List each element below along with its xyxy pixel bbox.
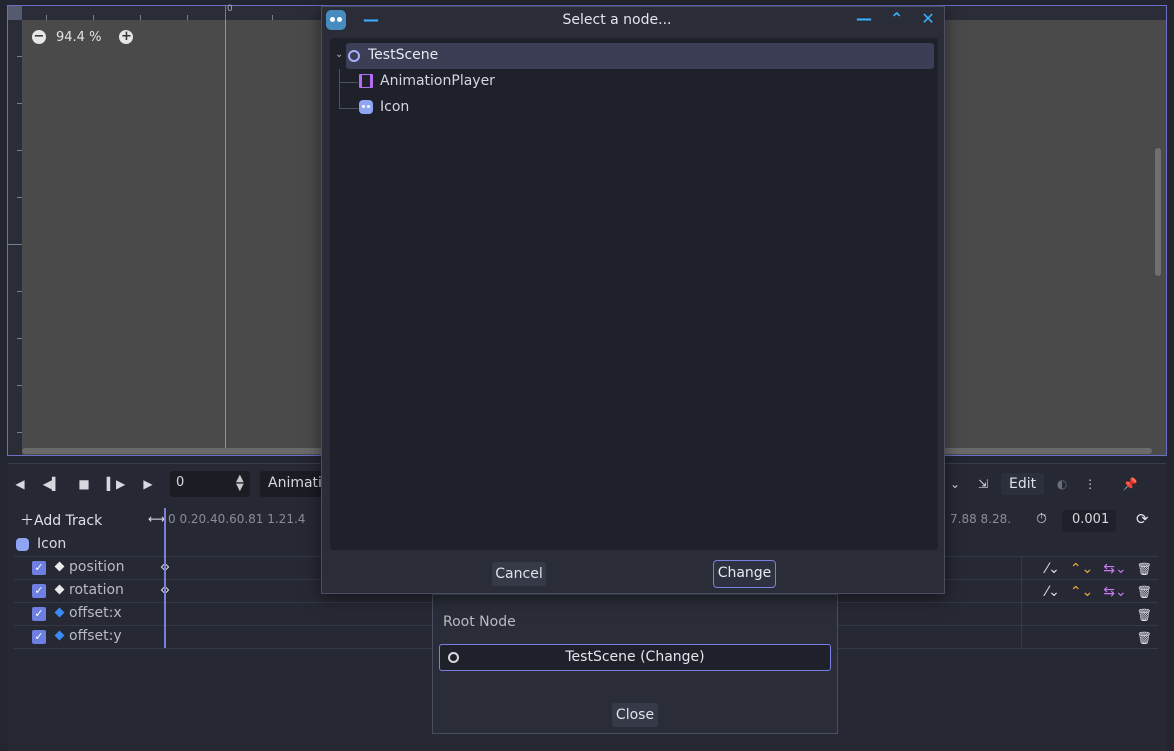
autoplay-icon[interactable]: ⇲ (973, 477, 993, 491)
zoom-out-icon[interactable]: − (32, 30, 46, 44)
track-type-icon (54, 561, 65, 572)
tree-guide-line (339, 69, 340, 109)
tree-item-label[interactable]: AnimationPlayer (380, 73, 495, 89)
chevron-down-icon[interactable]: ⌄ (945, 477, 965, 491)
track-node-label: Icon (37, 536, 67, 552)
loop-wrap-icon[interactable]: ⇆⌄ (1103, 561, 1126, 577)
timeline-playhead[interactable] (164, 508, 166, 648)
track-tools: ⁄⌄ ⌃⌄ ⇆⌄ 🗑 (1021, 580, 1158, 603)
track-type-icon (54, 584, 65, 595)
delete-track-icon[interactable]: 🗑 (1137, 562, 1152, 576)
play-backwards-from-end-icon[interactable]: ◀▍ (42, 477, 62, 491)
scene-tree[interactable] (330, 38, 938, 550)
timeline-ruler-labels[interactable]: 0 0.20.40.60.81 1.21.4 (168, 512, 305, 526)
close-icon[interactable]: ✕ (921, 9, 934, 28)
add-track-button[interactable]: ＋Add Track (20, 510, 102, 530)
edit-menu-button[interactable]: Edit (1001, 473, 1045, 495)
delete-track-icon[interactable]: 🗑 (1137, 585, 1152, 599)
snap-step-input[interactable]: 0.001 (1062, 510, 1116, 532)
delete-track-icon[interactable]: 🗑 (1137, 631, 1152, 645)
update-mode-icon[interactable]: ⌃⌄ (1070, 584, 1093, 600)
more-options-icon[interactable]: ⋮ (1080, 477, 1100, 491)
loop-icon[interactable]: ⟳ (1136, 510, 1149, 528)
timer-icon[interactable]: ⏱ (1036, 511, 1047, 527)
tree-item-label: TestScene (368, 47, 439, 63)
ruler-vertical (8, 6, 22, 455)
root-node-change-button[interactable]: TestScene (Change) (439, 644, 831, 671)
sprite-icon (359, 100, 373, 114)
dialog-title: Select a node... (562, 12, 672, 28)
animation-toolbar-right: ⌄ ⇲ Edit ◐ ⋮ 📌 (945, 471, 1140, 497)
delete-track-icon[interactable]: 🗑 (1137, 608, 1152, 622)
root-node-label: Root Node (443, 614, 516, 630)
zoom-in-icon[interactable]: + (119, 30, 134, 44)
track-type-icon (54, 630, 65, 641)
track-tools: ⁄⌄ ⌃⌄ ⇆⌄ 🗑 (1021, 557, 1158, 580)
tree-item-label[interactable]: Icon (380, 99, 409, 115)
zoom-controls: − 94.4 % + (32, 28, 134, 46)
tree-guide-line (340, 108, 358, 109)
ruler-corner (8, 6, 22, 20)
loop-wrap-icon[interactable]: ⇆⌄ (1103, 584, 1126, 600)
close-button[interactable]: Close (612, 703, 658, 727)
onion-skin-icon[interactable]: ◐ (1052, 477, 1072, 491)
spin-arrows-icon[interactable]: ▲ ▼ (236, 474, 244, 493)
transport-controls: ◀ ◀▍ ■ ▍▶ ▶ (10, 470, 158, 498)
minimize-icon[interactable]: — (856, 9, 872, 28)
add-track-label: Add Track (34, 513, 103, 529)
track-tools: 🗑 (1021, 603, 1158, 626)
track-label: offset:x (69, 605, 122, 621)
track-enabled-checkbox[interactable]: ✓ (32, 630, 46, 644)
track-enabled-checkbox[interactable]: ✓ (32, 561, 46, 575)
plus-icon: ＋ (20, 513, 34, 529)
timeline-ruler-labels-right[interactable]: 7.88 8.28. (950, 512, 1011, 526)
stop-icon[interactable]: ■ (74, 477, 94, 491)
track-enabled-checkbox[interactable]: ✓ (32, 607, 46, 621)
track-label: offset:y (69, 628, 122, 644)
fit-timeline-icon[interactable]: ⟷ (148, 512, 165, 526)
interpolation-icon[interactable]: ⁄⌄ (1046, 561, 1060, 577)
track-label: position (69, 559, 125, 575)
change-button[interactable]: Change (713, 560, 776, 588)
root-node-button-label: TestScene (Change) (565, 649, 705, 665)
zoom-value[interactable]: 94.4 % (56, 30, 101, 45)
origin-axis-line (225, 20, 226, 454)
update-mode-icon[interactable]: ⌃⌄ (1070, 561, 1093, 577)
node-icon (348, 50, 360, 62)
interpolation-icon[interactable]: ⁄⌄ (1046, 584, 1060, 600)
animation-player-icon (359, 74, 373, 88)
track-tools: 🗑 (1021, 626, 1158, 649)
ruler-zero-label: 0 (227, 4, 233, 14)
viewport-scrollbar-vertical[interactable] (1155, 148, 1161, 276)
maximize-icon[interactable]: ⌃ (890, 9, 903, 28)
track-enabled-checkbox[interactable]: ✓ (32, 584, 46, 598)
tree-guide-line (340, 82, 358, 83)
track-label: rotation (69, 582, 124, 598)
play-backwards-icon[interactable]: ◀ (10, 477, 30, 491)
cancel-button[interactable]: Cancel (492, 562, 546, 586)
play-from-start-icon[interactable]: ▍▶ (106, 477, 126, 491)
node-icon (448, 652, 459, 663)
icon-node-icon (16, 538, 29, 551)
window-controls: — ⌃ ✕ (856, 9, 935, 28)
pin-icon[interactable]: 📌 (1120, 477, 1140, 491)
collapse-arrow-icon[interactable]: ⌄ (335, 49, 343, 60)
track-type-icon (54, 607, 65, 618)
play-icon[interactable]: ▶ (138, 477, 158, 491)
